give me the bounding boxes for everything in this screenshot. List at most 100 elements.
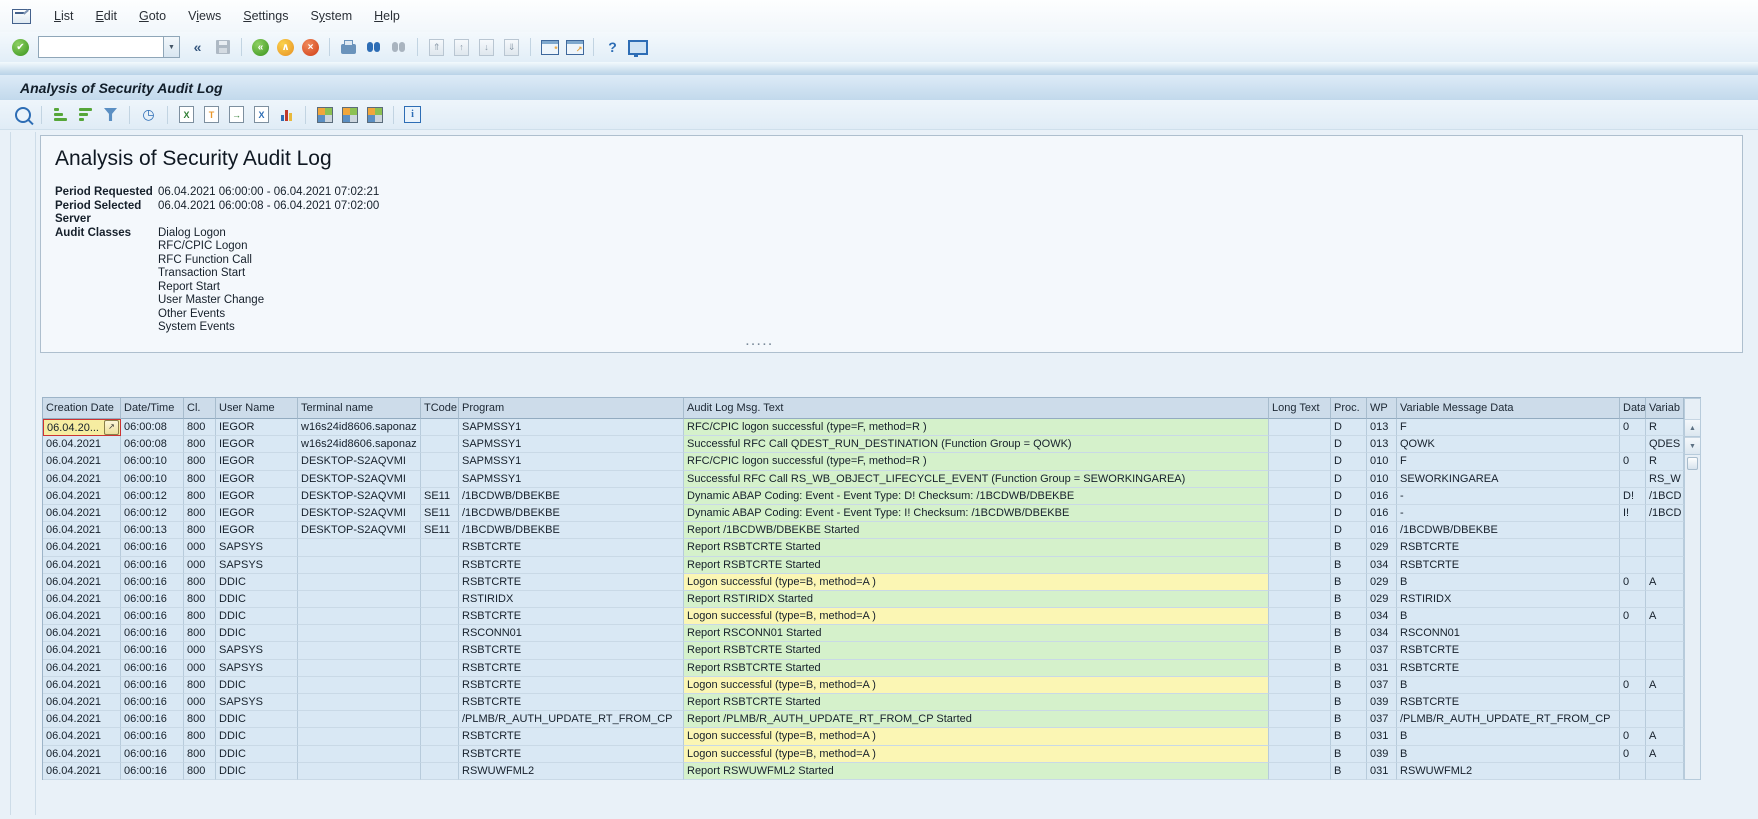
cell-date-time[interactable]: 06:00:13 <box>121 522 184 539</box>
command-dropdown-icon[interactable]: ▼ <box>163 37 179 57</box>
cell-program[interactable]: RSWUWFML2 <box>459 763 684 780</box>
cell-date-time[interactable]: 06:00:10 <box>121 471 184 488</box>
cell-program[interactable]: /1BCDWB/DBEKBE <box>459 488 684 505</box>
find-icon[interactable] <box>362 36 385 58</box>
cell-tcode[interactable] <box>421 574 459 591</box>
cell-long-text[interactable] <box>1269 660 1331 677</box>
cell-wp[interactable]: 031 <box>1367 660 1397 677</box>
cell-proc[interactable]: B <box>1331 728 1367 745</box>
monitor-icon[interactable] <box>626 36 649 58</box>
first-page-icon[interactable]: ⇑ <box>425 36 448 58</box>
cell-variable-message-data[interactable]: RSBTCRTE <box>1397 660 1620 677</box>
cell-terminal-name[interactable] <box>298 574 421 591</box>
cell-terminal-name[interactable]: DESKTOP-S2AQVMI <box>298 505 421 522</box>
command-field[interactable] <box>39 39 163 55</box>
cell-audit-log-msg-text[interactable]: Report RSTIRIDX Started <box>684 591 1269 608</box>
cell-audit-log-msg-text[interactable]: Report RSWUWFML2 Started <box>684 763 1269 780</box>
cell-client[interactable]: 800 <box>184 419 216 436</box>
chart-icon[interactable] <box>275 104 298 126</box>
cell-variab[interactable]: R <box>1646 419 1684 436</box>
cell-date-time[interactable]: 06:00:16 <box>121 642 184 659</box>
cell-data[interactable]: 0 <box>1620 453 1646 470</box>
cell-audit-log-msg-text[interactable]: Logon successful (type=B, method=A ) <box>684 574 1269 591</box>
cell-creation-date[interactable]: 06.04.2021 <box>43 539 121 556</box>
cell-proc[interactable]: B <box>1331 746 1367 763</box>
last-page-icon[interactable]: ⇓ <box>500 36 523 58</box>
cell-long-text[interactable] <box>1269 557 1331 574</box>
cell-client[interactable]: 800 <box>184 505 216 522</box>
cell-creation-date[interactable]: 06.04.2021 <box>43 436 121 453</box>
cell-variab[interactable] <box>1646 660 1684 677</box>
cell-audit-log-msg-text[interactable]: RFC/CPIC logon successful (type=F, metho… <box>684 419 1269 436</box>
cell-creation-date[interactable]: 06.04.2021 <box>43 471 121 488</box>
cell-tcode[interactable] <box>421 608 459 625</box>
cell-data[interactable]: 0 <box>1620 419 1646 436</box>
cell-wp[interactable]: 039 <box>1367 746 1397 763</box>
menu-item-list[interactable]: List <box>43 5 84 27</box>
cell-wp[interactable]: 037 <box>1367 677 1397 694</box>
cell-variab[interactable]: A <box>1646 608 1684 625</box>
cell-long-text[interactable] <box>1269 728 1331 745</box>
cell-date-time[interactable]: 06:00:16 <box>121 591 184 608</box>
cell-date-time[interactable]: 06:00:16 <box>121 677 184 694</box>
cell-client[interactable]: 800 <box>184 625 216 642</box>
cell-client[interactable]: 800 <box>184 746 216 763</box>
cell-program[interactable]: SAPMSSY1 <box>459 436 684 453</box>
cell-creation-date[interactable]: 06.04.2021 <box>43 711 121 728</box>
cell-variab[interactable] <box>1646 557 1684 574</box>
cell-program[interactable]: SAPMSSY1 <box>459 419 684 436</box>
cell-data[interactable] <box>1620 522 1646 539</box>
menu-item-settings[interactable]: Settings <box>232 5 299 27</box>
cell-proc[interactable]: B <box>1331 763 1367 780</box>
cell-client[interactable]: 800 <box>184 728 216 745</box>
cell-terminal-name[interactable] <box>298 642 421 659</box>
save-layout-icon[interactable] <box>363 104 386 126</box>
cell-user-name[interactable]: IEGOR <box>216 471 298 488</box>
cell-variable-message-data[interactable]: B <box>1397 677 1620 694</box>
cell-wp[interactable]: 016 <box>1367 505 1397 522</box>
cell-long-text[interactable] <box>1269 505 1331 522</box>
cell-data[interactable]: 0 <box>1620 608 1646 625</box>
cell-date-time[interactable]: 06:00:16 <box>121 557 184 574</box>
cell-wp[interactable]: 029 <box>1367 591 1397 608</box>
cell-terminal-name[interactable]: w16s24id8606.saponaz <box>298 419 421 436</box>
cell-variable-message-data[interactable]: - <box>1397 505 1620 522</box>
cell-user-name[interactable]: SAPSYS <box>216 694 298 711</box>
cell-terminal-name[interactable] <box>298 557 421 574</box>
cell-client[interactable]: 000 <box>184 557 216 574</box>
cell-variab[interactable] <box>1646 522 1684 539</box>
cell-program[interactable]: /1BCDWB/DBEKBE <box>459 522 684 539</box>
cell-client[interactable]: 000 <box>184 694 216 711</box>
cell-date-time[interactable]: 06:00:16 <box>121 574 184 591</box>
cell-wp[interactable]: 031 <box>1367 728 1397 745</box>
cell-data[interactable] <box>1620 711 1646 728</box>
cell-date-time[interactable]: 06:00:12 <box>121 505 184 522</box>
cell-variab[interactable]: A <box>1646 574 1684 591</box>
cell-creation-date[interactable]: 06.04.2021 <box>43 763 121 780</box>
cell-proc[interactable]: D <box>1331 436 1367 453</box>
cell-program[interactable]: SAPMSSY1 <box>459 453 684 470</box>
cell-client[interactable]: 000 <box>184 642 216 659</box>
cell-detail-button[interactable]: ↗ <box>104 420 119 435</box>
cell-terminal-name[interactable] <box>298 625 421 642</box>
cell-date-time[interactable]: 06:00:16 <box>121 625 184 642</box>
cell-variable-message-data[interactable]: SEWORKINGAREA <box>1397 471 1620 488</box>
cell-wp[interactable]: 034 <box>1367 608 1397 625</box>
cell-variab[interactable] <box>1646 539 1684 556</box>
cell-user-name[interactable]: DDIC <box>216 763 298 780</box>
cell-variab[interactable] <box>1646 642 1684 659</box>
menu-item-system[interactable]: System <box>299 5 363 27</box>
cell-variab[interactable]: /1BCD <box>1646 505 1684 522</box>
cell-proc[interactable]: D <box>1331 471 1367 488</box>
cell-audit-log-msg-text[interactable]: Report RSBTCRTE Started <box>684 539 1269 556</box>
cell-terminal-name[interactable]: DESKTOP-S2AQVMI <box>298 488 421 505</box>
cell-client[interactable]: 000 <box>184 539 216 556</box>
cell-proc[interactable]: B <box>1331 625 1367 642</box>
cell-audit-log-msg-text[interactable]: Successful RFC Call QDEST_RUN_DESTINATIO… <box>684 436 1269 453</box>
cell-variab[interactable] <box>1646 591 1684 608</box>
find-next-icon[interactable] <box>387 36 410 58</box>
cell-date-time[interactable]: 06:00:08 <box>121 419 184 436</box>
column-header-long-text[interactable]: Long Text <box>1269 398 1331 419</box>
cell-program[interactable]: RSBTCRTE <box>459 694 684 711</box>
cell-variab[interactable]: A <box>1646 677 1684 694</box>
